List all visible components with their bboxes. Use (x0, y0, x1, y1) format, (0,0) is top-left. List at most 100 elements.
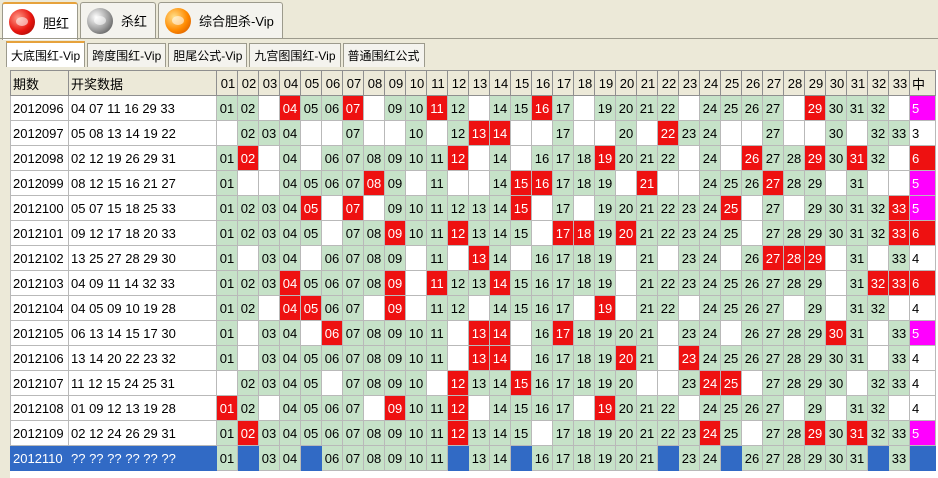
hit-number-cell: 09 (384, 295, 406, 321)
header-number[interactable]: 13 (468, 70, 490, 96)
candidate-number-cell: 28 (783, 145, 805, 171)
header-number[interactable]: 10 (405, 70, 427, 96)
header-number[interactable]: 24 (699, 70, 721, 96)
candidate-number-cell: 23 (678, 445, 700, 471)
header-number[interactable]: 31 (846, 70, 868, 96)
header-number[interactable]: 14 (489, 70, 511, 96)
candidate-number-cell: 11 (426, 320, 448, 346)
hit-number-cell: 29 (804, 145, 826, 171)
header-number[interactable]: 25 (720, 70, 742, 96)
top-tab-1[interactable]: 杀红 (80, 2, 157, 38)
sub-tab-4[interactable]: 普通围红公式 (342, 43, 425, 67)
table-row[interactable]: 2012105 06 13 14 15 17 30 01 03 04 06 07 08 09 10… (10, 320, 936, 346)
candidate-number-cell: 03 (258, 370, 280, 396)
header-number[interactable]: 04 (279, 70, 301, 96)
candidate-number-cell: 17 (552, 445, 574, 471)
candidate-number-cell: 01 (216, 320, 238, 346)
table-row[interactable]: 2012096 04 07 11 16 29 33 01 02 04 05 06 07 09 10… (10, 95, 936, 121)
candidate-number-cell: 31 (846, 270, 868, 296)
header-number[interactable]: 22 (657, 70, 679, 96)
header-number[interactable]: 09 (384, 70, 406, 96)
hit-number-cell: 04 (279, 270, 301, 296)
header-number[interactable]: 29 (804, 70, 826, 96)
header-number[interactable]: 03 (258, 70, 280, 96)
top-tab-0[interactable]: 胆红 (2, 2, 79, 40)
table-row[interactable]: 2012107 11 12 15 24 25 31 02 03 04 05 07 08 09 10… (10, 370, 936, 396)
header-number[interactable]: 23 (678, 70, 700, 96)
empty-cell (783, 295, 805, 321)
header-number[interactable]: 18 (573, 70, 595, 96)
table-row[interactable]: 2012097 05 08 13 14 19 22 02 03 04 07 10 12 13 14… (10, 120, 936, 146)
header-number[interactable]: 11 (426, 70, 448, 96)
header-period[interactable]: 期数 (10, 70, 69, 96)
header-number[interactable]: 26 (741, 70, 763, 96)
header-number[interactable]: 16 (531, 70, 553, 96)
candidate-number-cell: 16 (531, 445, 553, 471)
header-number[interactable]: 33 (888, 70, 910, 96)
table-row[interactable]: 2012101 09 12 17 18 20 33 01 02 03 04 05 07 08 09… (10, 220, 936, 246)
header-number[interactable]: 01 (216, 70, 238, 96)
table-row[interactable]: 2012109 02 12 24 26 29 31 01 02 03 04 05 06 07 08… (10, 420, 936, 446)
candidate-number-cell: 16 (531, 245, 553, 271)
header-number[interactable]: 12 (447, 70, 469, 96)
table-row[interactable]: 2012102 13 25 27 28 29 30 01 03 04 06 07 08 09 11… (10, 245, 936, 271)
header-number[interactable]: 06 (321, 70, 343, 96)
candidate-number-cell: 11 (426, 445, 448, 471)
header-number[interactable]: 20 (615, 70, 637, 96)
candidate-number-cell: 21 (636, 145, 658, 171)
draw-cell: 13 25 27 28 29 30 (68, 245, 217, 271)
candidate-number-cell: 10 (405, 320, 427, 346)
candidate-number-cell: 16 (531, 320, 553, 346)
table-row[interactable]: 2012103 04 09 11 14 32 33 01 02 03 04 05 06 07 08… (10, 270, 936, 296)
candidate-number-cell: 20 (615, 420, 637, 446)
draw-cell: 02 12 19 26 29 31 (68, 145, 217, 171)
header-number[interactable]: 02 (237, 70, 259, 96)
header-number[interactable]: 32 (867, 70, 889, 96)
hit-count-cell: 4 (909, 370, 936, 396)
header-number[interactable]: 19 (594, 70, 616, 96)
candidate-number-cell: 18 (573, 445, 595, 471)
header-number[interactable]: 27 (762, 70, 784, 96)
hit-number-cell: 11 (426, 95, 448, 121)
empty-cell (825, 170, 847, 196)
table-row[interactable]: 2012108 01 09 12 13 19 28 01 02 04 05 06 07 09 10… (10, 395, 936, 421)
candidate-number-cell: 17 (552, 345, 574, 371)
candidate-number-cell: 14 (489, 195, 511, 221)
table-row[interactable]: 2012110?? ?? ?? ?? ?? ?? 01 03 04 06 07 08 09 10… (10, 445, 936, 471)
header-number[interactable]: 30 (825, 70, 847, 96)
candidate-number-cell: 03 (258, 420, 280, 446)
sub-tab-0[interactable]: 大底围红-Vip (6, 41, 86, 67)
table-row[interactable]: 2012100 05 07 15 18 25 33 01 02 03 04 05 07 09 10… (10, 195, 936, 221)
header-draw[interactable]: 开奖数据 (68, 70, 217, 96)
empty-cell (615, 170, 637, 196)
table-row[interactable]: 2012099 08 12 15 16 21 27 01 04 05 06 07 08 09 11… (10, 170, 936, 196)
table-row[interactable]: 2012098 02 12 19 26 29 31 01 02 04 06 07 08 09 10… (10, 145, 936, 171)
header-number[interactable]: 08 (363, 70, 385, 96)
sub-tab-1[interactable]: 跨度围红-Vip (87, 43, 167, 67)
sub-tab-3[interactable]: 九宫图围红-Vip (249, 43, 341, 67)
empty-cell (510, 320, 532, 346)
candidate-number-cell: 08 (363, 270, 385, 296)
empty-cell (468, 145, 490, 171)
candidate-number-cell: 22 (657, 145, 679, 171)
candidate-number-cell: 09 (384, 145, 406, 171)
candidate-number-cell: 05 (300, 395, 322, 421)
header-number[interactable]: 17 (552, 70, 574, 96)
sub-tab-2[interactable]: 胆尾公式-Vip (168, 43, 248, 67)
candidate-number-cell: 14 (489, 420, 511, 446)
red-ball-grid[interactable]: 期数 开奖数据 01 02 03 04 05 06 07 08 09 10 11 12 13 14 15 16 17… (10, 70, 938, 478)
header-number[interactable]: 05 (300, 70, 322, 96)
candidate-number-cell: 04 (279, 220, 301, 246)
table-row[interactable]: 2012104 04 05 09 10 19 28 01 02 04 05 06 07 09 11… (10, 295, 936, 321)
top-tab-2[interactable]: 综合胆杀-Vip (158, 2, 283, 38)
top-tab-label: 胆红 (43, 15, 70, 31)
header-number[interactable]: 28 (783, 70, 805, 96)
header-hit[interactable]: 中 (909, 70, 936, 96)
table-row[interactable]: 2012106 13 14 20 22 23 32 01 03 04 05 06 07 08 09… (10, 345, 936, 371)
candidate-number-cell: 32 (867, 220, 889, 246)
header-number[interactable]: 07 (342, 70, 364, 96)
header-number[interactable]: 15 (510, 70, 532, 96)
hit-number-cell: 13 (468, 345, 490, 371)
candidate-number-cell: 27 (762, 345, 784, 371)
header-number[interactable]: 21 (636, 70, 658, 96)
